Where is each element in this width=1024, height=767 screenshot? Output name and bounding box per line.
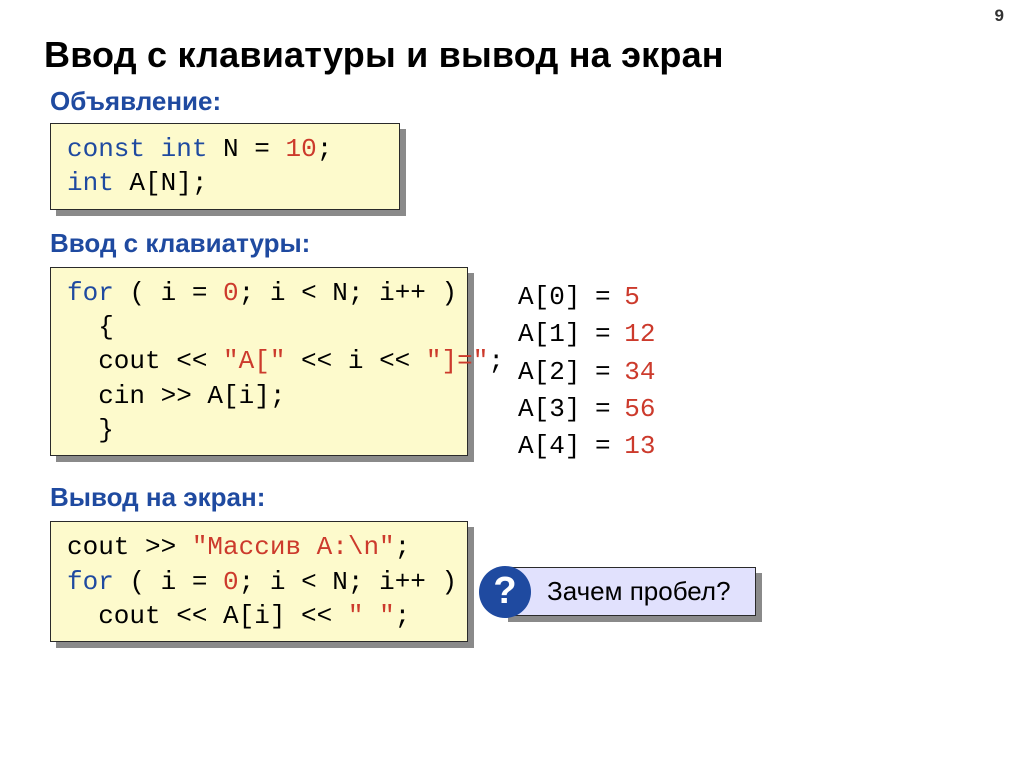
codebox-input-loop: for ( i = 0; i < N; i++ ) { cout << "A["…	[50, 267, 468, 457]
code-text: A[N];	[114, 168, 208, 198]
code-text: ( i	[114, 567, 176, 597]
slide-title: Ввод с клавиатуры и вывод на экран	[44, 34, 980, 76]
code-text: =	[176, 278, 223, 308]
code-text: ( i	[114, 278, 176, 308]
code-text: <	[285, 567, 332, 597]
section-input-label: Ввод с клавиатуры:	[50, 228, 980, 259]
literal: 0	[223, 278, 239, 308]
codebox-declaration: const int N = 10; int A[N];	[50, 123, 400, 210]
question-mark-icon: ?	[479, 566, 531, 618]
code-text: ; i	[239, 278, 286, 308]
sample-lhs: A[3]	[518, 394, 580, 424]
code-text: =	[239, 134, 286, 164]
code-text: cout << A[i] <<	[67, 601, 348, 631]
code-text: ;	[488, 346, 504, 376]
sample-lhs: A[4]	[518, 431, 580, 461]
code-text: {	[67, 312, 114, 342]
code-text: =	[176, 567, 223, 597]
sample-value: 13	[624, 431, 655, 461]
codebox-output-loop: cout >> "Массив A:\n"; for ( i = 0; i < …	[50, 521, 468, 642]
literal: 10	[285, 134, 316, 164]
code-text: ;	[395, 532, 411, 562]
section-declaration-label: Объявление:	[50, 86, 980, 117]
literal: "A["	[223, 346, 285, 376]
sample-value: 34	[624, 357, 655, 387]
code-text: ;	[395, 601, 411, 631]
code-text: N	[207, 134, 238, 164]
code-text: ; i	[239, 567, 286, 597]
section-output-label: Вывод на экран:	[50, 482, 980, 513]
code-text: N; i++ )	[332, 278, 457, 308]
sample-lhs: A[2]	[518, 357, 580, 387]
sample-value: 12	[624, 319, 655, 349]
code-text: N; i++ )	[332, 567, 457, 597]
sample-output: A[0] = 5 A[1] = 12 A[2] = 34 A[3] = 56 A…	[518, 279, 655, 466]
literal: " "	[348, 601, 395, 631]
code-text: cout >>	[67, 532, 192, 562]
sample-value: 56	[624, 394, 655, 424]
code-text: <	[285, 278, 332, 308]
literal: "Массив A:\n"	[192, 532, 395, 562]
keyword: const	[67, 134, 145, 164]
question-callout: ? Зачем пробел?	[502, 567, 756, 616]
sample-lhs: A[1]	[518, 319, 580, 349]
keyword: for	[67, 567, 114, 597]
code-text: << i <<	[285, 346, 425, 376]
question-text: Зачем пробел?	[547, 576, 731, 606]
code-text: cin >> A[i];	[67, 381, 285, 411]
sample-value: 5	[624, 282, 640, 312]
code-text: ;	[317, 134, 333, 164]
keyword: int	[67, 168, 114, 198]
page-number: 9	[995, 6, 1004, 26]
literal: 0	[223, 567, 239, 597]
keyword: for	[67, 278, 114, 308]
code-text: }	[67, 415, 114, 445]
keyword: int	[161, 134, 208, 164]
literal: "]="	[426, 346, 488, 376]
sample-lhs: A[0]	[518, 282, 580, 312]
code-text: cout <<	[67, 346, 223, 376]
